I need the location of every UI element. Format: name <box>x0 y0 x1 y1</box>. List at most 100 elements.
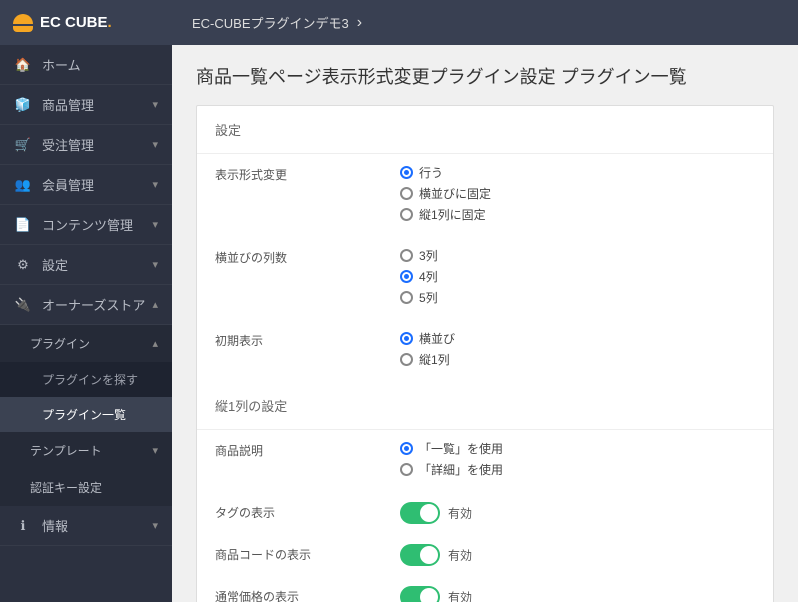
file-icon: 📄 <box>14 217 32 233</box>
sidebar-item-label: 情報 <box>42 516 68 535</box>
toggle-label: 有効 <box>448 591 472 602</box>
settings-panel: 設定 表示形式変更 行う 横並びに固定 縦1列に固定 横並びの列数 3列 4列 … <box>196 105 774 602</box>
gear-icon: ⚙ <box>14 257 32 273</box>
radio-option[interactable]: 行う <box>400 164 755 181</box>
section-heading: 縦1列の設定 <box>197 382 773 430</box>
radio-label: 4列 <box>419 268 438 285</box>
radio-icon <box>400 463 413 476</box>
radio-label: 5列 <box>419 289 438 306</box>
radio-label: 縦1列 <box>419 351 450 368</box>
radio-label: 行う <box>419 164 443 181</box>
sidebar-item-contents[interactable]: 📄 コンテンツ管理 ▾ <box>0 205 172 245</box>
row-initial: 初期表示 横並び 縦1列 <box>197 320 773 382</box>
radio-option[interactable]: 4列 <box>400 268 755 285</box>
radio-option[interactable]: 横並び <box>400 330 755 347</box>
sidebar-item-info[interactable]: ℹ 情報 ▾ <box>0 506 172 546</box>
sidebar-sub-plugin[interactable]: プラグイン ▴ <box>0 325 172 362</box>
sidebar-item-label: 受注管理 <box>42 135 94 154</box>
sidebar-sub2-find-plugin[interactable]: プラグインを探す <box>0 362 172 397</box>
home-icon: 🏠 <box>14 57 32 73</box>
sidebar-item-orders[interactable]: 🛒 受注管理 ▾ <box>0 125 172 165</box>
radio-option[interactable]: 横並びに固定 <box>400 185 755 202</box>
row-label: 横並びの列数 <box>215 247 400 266</box>
radio-option[interactable]: 「詳細」を使用 <box>400 461 755 478</box>
radio-icon <box>400 249 413 262</box>
chevron-down-icon: ▾ <box>152 98 158 111</box>
chevron-up-icon: ▴ <box>152 298 158 311</box>
radio-icon <box>400 270 413 283</box>
row-label: 初期表示 <box>215 330 400 349</box>
info-icon: ℹ <box>14 518 32 534</box>
row-label: タグの表示 <box>215 502 400 521</box>
radio-label: 「一覧」を使用 <box>419 440 503 457</box>
radio-icon <box>400 442 413 455</box>
chevron-right-icon: › <box>357 14 362 32</box>
breadcrumb[interactable]: EC-CUBEプラグインデモ3 › <box>172 13 362 32</box>
sidebar-item-owners-store[interactable]: 🔌 オーナーズストア ▴ <box>0 285 172 325</box>
sidebar-sub-auth[interactable]: 認証キー設定 <box>0 469 172 506</box>
radio-icon <box>400 332 413 345</box>
chevron-down-icon: ▾ <box>152 138 158 151</box>
chevron-down-icon: ▾ <box>152 258 158 271</box>
row-label: 商品コードの表示 <box>215 544 400 563</box>
radio-icon <box>400 208 413 221</box>
radio-option[interactable]: 縦1列 <box>400 351 755 368</box>
sidebar-sub-label: プラグイン <box>30 335 90 352</box>
radio-label: 縦1列に固定 <box>419 206 486 223</box>
chevron-up-icon: ▴ <box>152 337 158 350</box>
cart-icon: 🛒 <box>14 137 32 153</box>
row-description: 商品説明 「一覧」を使用 「詳細」を使用 <box>197 430 773 492</box>
sidebar-item-members[interactable]: 👥会員管理▾ <box>0 165 172 205</box>
main-content: 商品一覧ページ表示形式変更プラグイン設定 プラグイン一覧 設定 表示形式変更 行… <box>172 45 798 602</box>
row-label: 商品説明 <box>215 440 400 459</box>
row-label: 表示形式変更 <box>215 164 400 183</box>
row-columns: 横並びの列数 3列 4列 5列 <box>197 237 773 320</box>
breadcrumb-text: EC-CUBEプラグインデモ3 <box>192 13 349 32</box>
toggle-switch[interactable] <box>400 502 440 524</box>
sidebar-item-label: 商品管理 <box>42 95 94 114</box>
sidebar-sub-label: 認証キー設定 <box>30 479 102 496</box>
page-title: 商品一覧ページ表示形式変更プラグイン設定 プラグイン一覧 <box>196 63 774 89</box>
toggle-switch[interactable] <box>400 586 440 602</box>
toggle-switch[interactable] <box>400 544 440 566</box>
row-tag: タグの表示 有効 <box>197 492 773 534</box>
sidebar-item-label: オーナーズストア <box>42 295 145 314</box>
chevron-down-icon: ▾ <box>152 218 158 231</box>
sidebar-sub-template[interactable]: テンプレート ▾ <box>0 432 172 469</box>
chevron-down-icon: ▾ <box>152 444 158 457</box>
radio-label: 3列 <box>419 247 438 264</box>
toggle-label: 有効 <box>448 507 472 521</box>
logo-icon <box>12 14 34 32</box>
radio-icon <box>400 353 413 366</box>
radio-label: 横並びに固定 <box>419 185 491 202</box>
radio-label: 「詳細」を使用 <box>419 461 503 478</box>
radio-option[interactable]: 3列 <box>400 247 755 264</box>
logo[interactable]: EC CUBE. <box>0 0 172 45</box>
radio-option[interactable]: 「一覧」を使用 <box>400 440 755 457</box>
sidebar-item-label: ホーム <box>42 55 81 74</box>
radio-option[interactable]: 5列 <box>400 289 755 306</box>
sidebar-item-label: 設定 <box>42 255 68 274</box>
sidebar-item-products[interactable]: 🧊 商品管理 ▾ <box>0 85 172 125</box>
users-icon: 👥 <box>14 177 32 193</box>
row-display-change: 表示形式変更 行う 横並びに固定 縦1列に固定 <box>197 154 773 237</box>
sidebar-item-settings[interactable]: ⚙ 設定 ▾ <box>0 245 172 285</box>
cube-icon: 🧊 <box>14 97 32 113</box>
section-heading: 設定 <box>197 106 773 154</box>
row-price: 通常価格の表示 有効 <box>197 576 773 602</box>
radio-icon <box>400 166 413 179</box>
plug-icon: 🔌 <box>14 297 32 313</box>
sidebar-item-label: 会員管理 <box>42 175 94 194</box>
radio-label: 横並び <box>419 330 455 347</box>
radio-option[interactable]: 縦1列に固定 <box>400 206 755 223</box>
sidebar-item-home[interactable]: 🏠 ホーム <box>0 45 172 85</box>
chevron-down-icon: ▾ <box>152 519 158 532</box>
radio-icon <box>400 291 413 304</box>
logo-text: EC CUBE <box>40 14 108 31</box>
sidebar-sub2-plugin-list[interactable]: プラグイン一覧 <box>0 397 172 432</box>
header: EC CUBE. EC-CUBEプラグインデモ3 › <box>0 0 798 45</box>
sidebar-sub-label: テンプレート <box>30 442 102 459</box>
sidebar: 🏠 ホーム 🧊 商品管理 ▾ 🛒 受注管理 ▾ 👥 会員管理 ▾ 📄 コンテンツ管理 ▾ ⚙ 設定 ▾… <box>0 45 172 602</box>
row-label: 通常価格の表示 <box>215 586 400 602</box>
sidebar-item-label: コンテンツ管理 <box>42 215 133 234</box>
